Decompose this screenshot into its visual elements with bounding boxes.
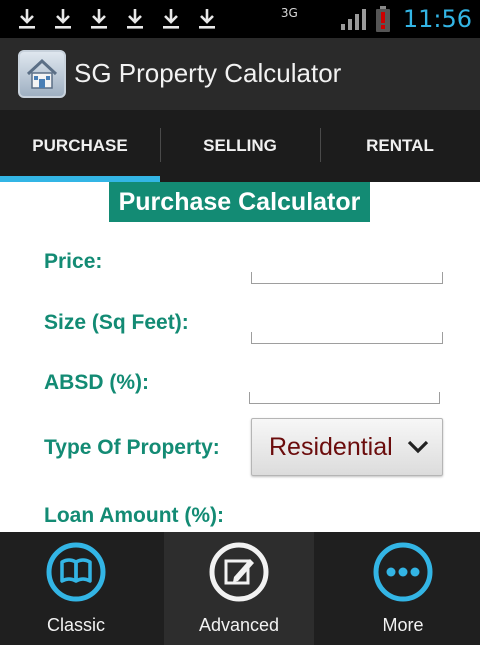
house-app-icon[interactable] <box>18 50 66 98</box>
network-type: 3G <box>280 6 298 20</box>
tab-selling[interactable]: SELLING <box>160 110 320 182</box>
more-button[interactable]: More <box>326 532 480 645</box>
tab-purchase[interactable]: PURCHASE <box>0 110 160 182</box>
status-indicators: 3G 11:56 <box>281 4 472 34</box>
action-bar: SG Property Calculator <box>0 38 480 110</box>
nav-label: Advanced <box>198 615 280 635</box>
purchase-form: Purchase Calculator Price: Size (Sq Feet… <box>0 182 480 532</box>
chevron-down-icon <box>407 440 429 454</box>
book-icon <box>46 542 106 602</box>
loan-amount-label: Loan Amount (%): <box>44 504 225 527</box>
property-type-select[interactable]: Residential <box>251 418 443 476</box>
absd-input[interactable] <box>249 392 440 404</box>
battery-alert-icon <box>375 6 390 32</box>
form-heading: Purchase Calculator <box>109 182 370 222</box>
download-icon <box>91 9 107 29</box>
download-icon <box>127 9 143 29</box>
clock: 11:56 <box>402 5 472 33</box>
nav-label: Classic <box>46 615 105 635</box>
property-type-value: Residential <box>269 432 393 461</box>
download-icon <box>163 9 179 29</box>
property-type-label: Type Of Property: <box>44 436 220 459</box>
tab-label: PURCHASE <box>32 136 128 155</box>
download-icon <box>19 9 35 29</box>
house-icon <box>26 58 58 89</box>
edit-icon <box>209 542 269 602</box>
tab-bar: PURCHASE SELLING RENTAL <box>0 110 480 182</box>
app-title: SG Property Calculator <box>74 58 342 88</box>
absd-label: ABSD (%): <box>44 371 149 394</box>
nav-label: More <box>382 615 424 635</box>
signal-icon <box>340 9 366 30</box>
price-input[interactable] <box>251 272 443 284</box>
download-icon <box>55 9 71 29</box>
size-label: Size (Sq Feet): <box>44 311 189 334</box>
bottom-nav: Classic Advanced More <box>0 532 480 645</box>
classic-button[interactable]: Classic <box>0 532 152 645</box>
status-bar: 3G 11:56 <box>0 0 480 38</box>
price-label: Price: <box>44 250 103 273</box>
tab-label: RENTAL <box>366 136 434 155</box>
download-icon <box>199 9 215 29</box>
advanced-button[interactable]: Advanced <box>164 532 314 645</box>
tab-label: SELLING <box>203 136 277 155</box>
size-input[interactable] <box>251 332 443 344</box>
tab-rental[interactable]: RENTAL <box>320 110 480 182</box>
more-dots-icon <box>373 542 433 602</box>
